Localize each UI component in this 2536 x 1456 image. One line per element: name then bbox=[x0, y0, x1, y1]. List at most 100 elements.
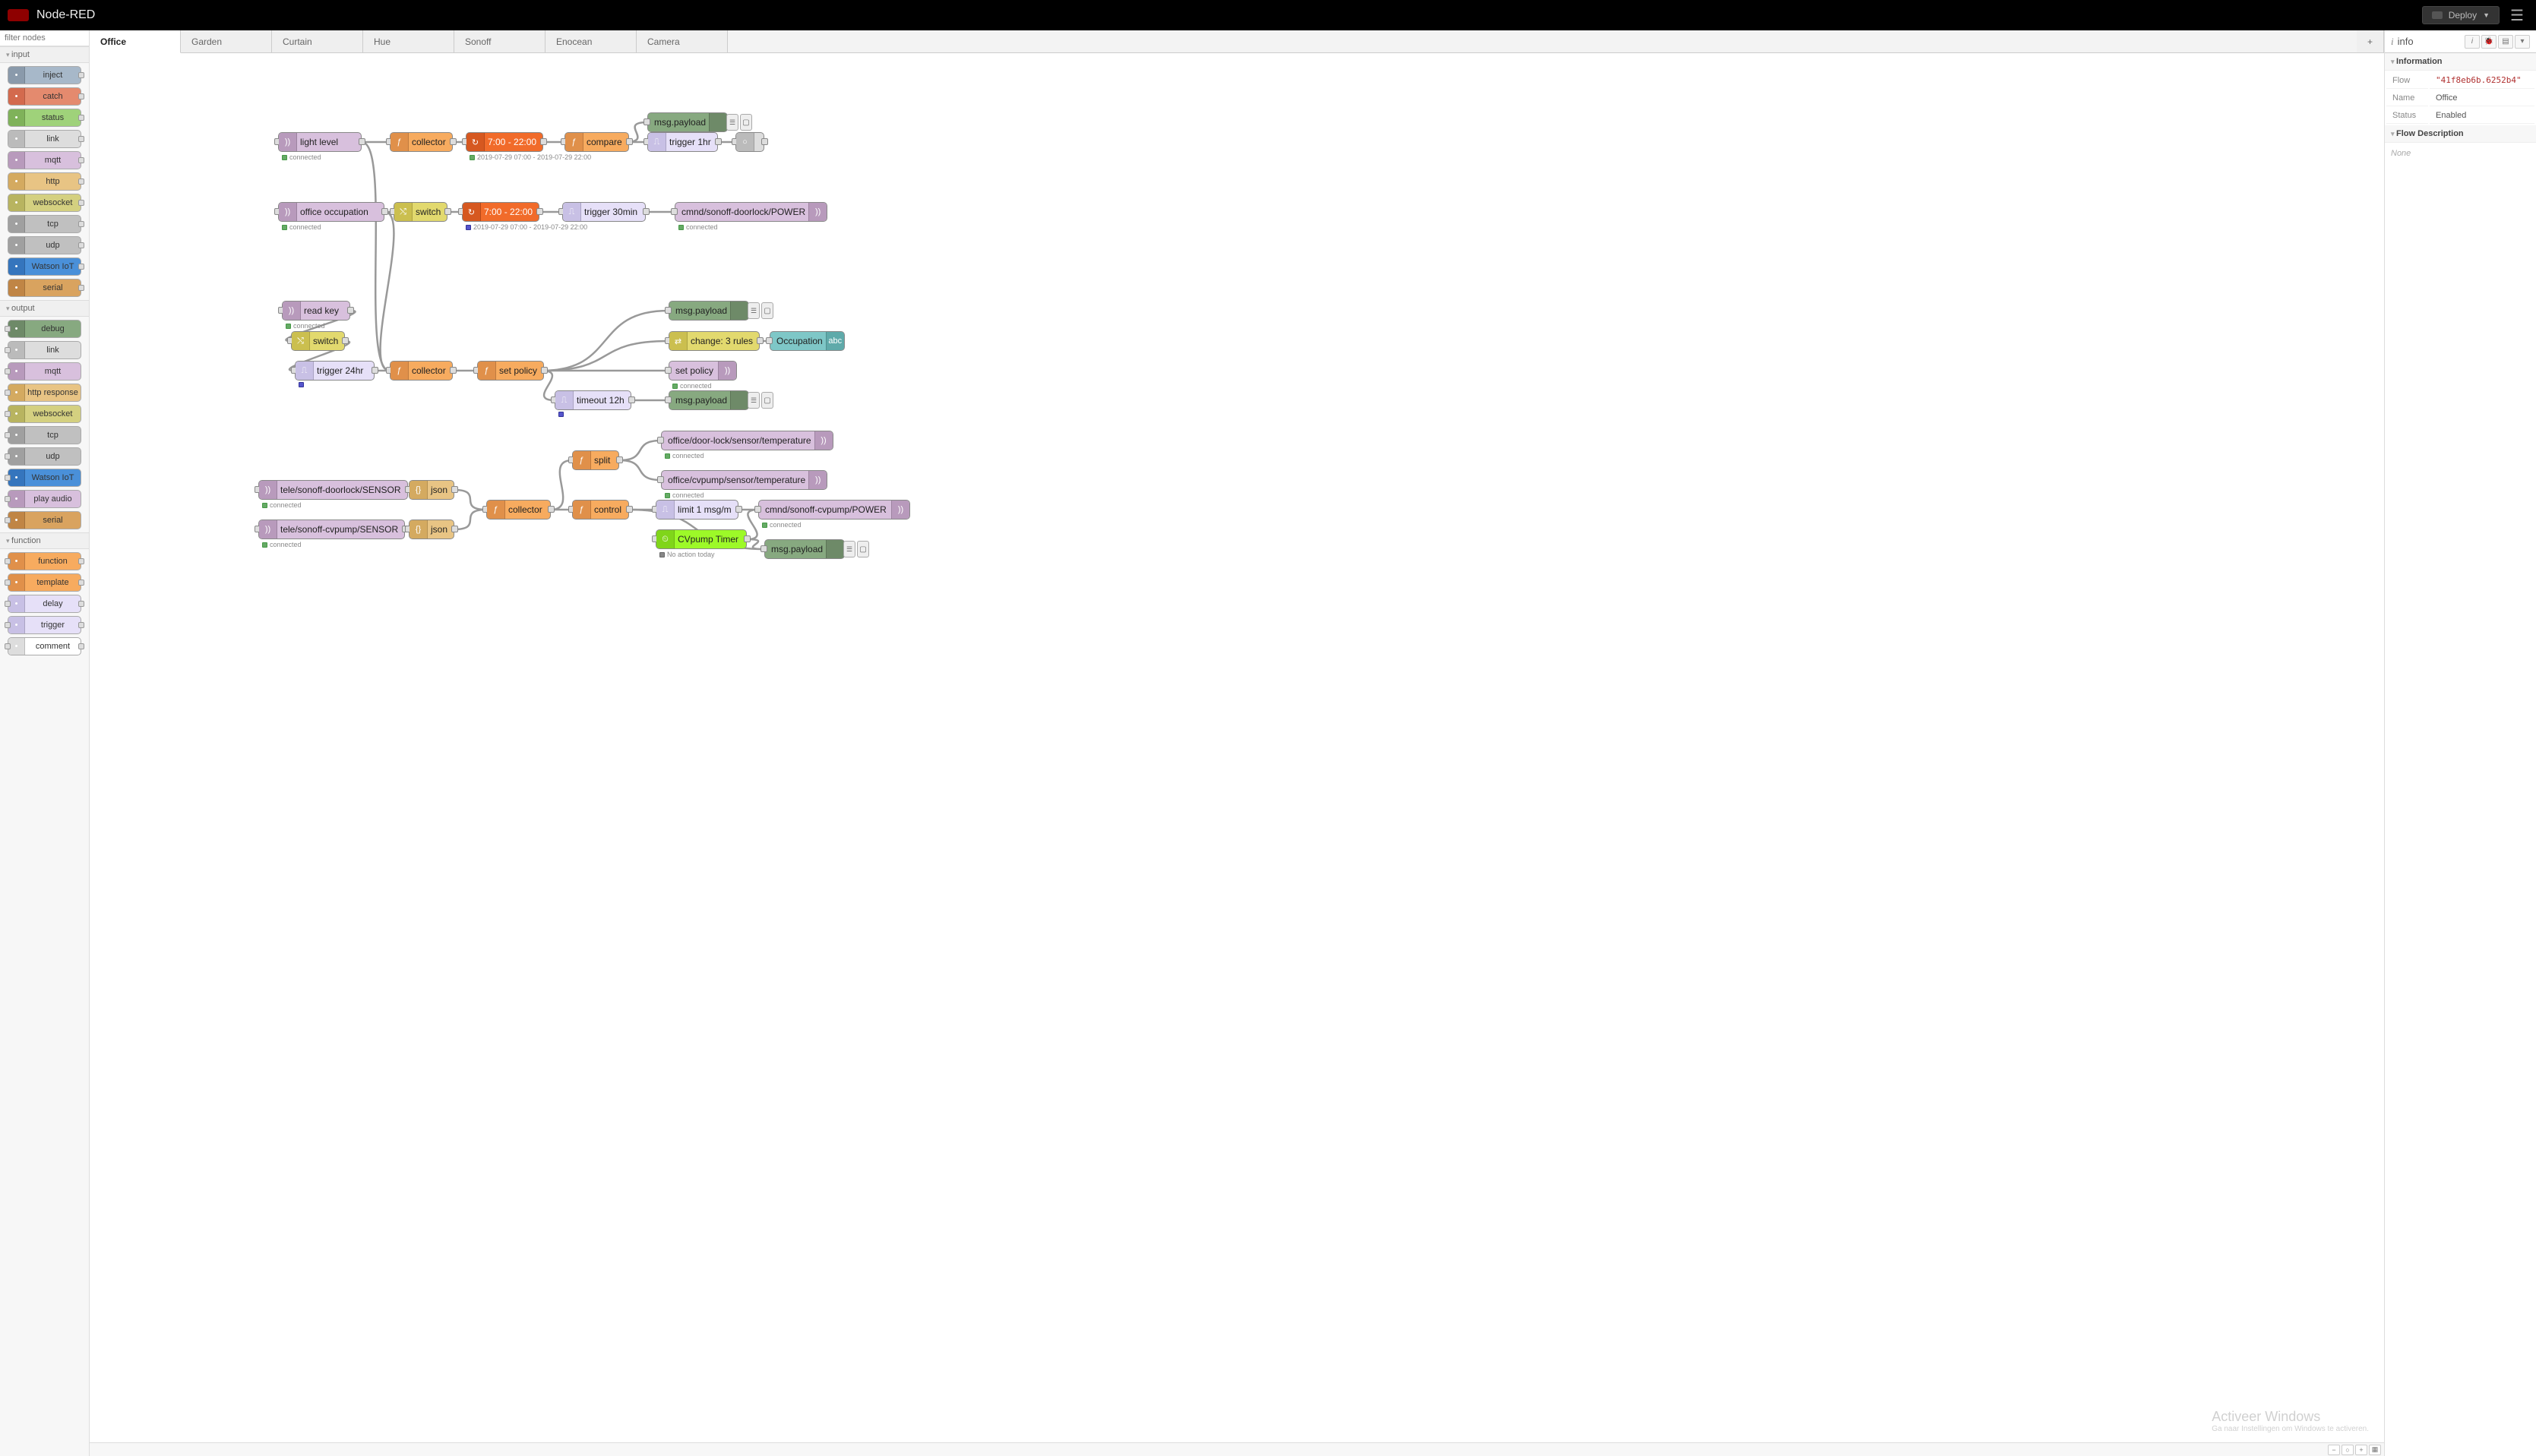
palette-node-serial[interactable]: •serial bbox=[8, 279, 81, 297]
flow-node-7:00 - 22:00[interactable]: ↻7:00 - 22:00 bbox=[462, 202, 539, 222]
palette-node-websocket[interactable]: •websocket bbox=[8, 194, 81, 212]
flow-node-tele/sonoff-cvpump/SENSOR[interactable]: ))tele/sonoff-cvpump/SENSOR bbox=[258, 520, 405, 539]
palette-node-udp[interactable]: •udp bbox=[8, 236, 81, 254]
palette-filter-input[interactable] bbox=[0, 30, 89, 46]
zoom-reset-button[interactable]: ○ bbox=[2342, 1445, 2354, 1455]
flow-node-switch[interactable]: ⤭switch bbox=[394, 202, 447, 222]
debug-toggle-button[interactable] bbox=[761, 302, 773, 319]
view-grid-button[interactable]: ▦ bbox=[2369, 1445, 2381, 1455]
flow-node-office/cvpump/sensor/temperature[interactable]: ))office/cvpump/sensor/temperature bbox=[661, 470, 827, 490]
palette-category-function[interactable]: function bbox=[0, 532, 89, 549]
debug-toggle-button[interactable] bbox=[857, 541, 869, 557]
palette-node-Watson-IoT[interactable]: •Watson IoT bbox=[8, 469, 81, 487]
palette-node-mqtt[interactable]: •mqtt bbox=[8, 151, 81, 169]
flow-node-control[interactable]: ƒcontrol bbox=[572, 500, 629, 520]
palette-node-debug[interactable]: •debug bbox=[8, 320, 81, 338]
flow-node-msg.payload[interactable]: msg.payload bbox=[647, 112, 728, 132]
palette-node-trigger[interactable]: •trigger bbox=[8, 616, 81, 634]
flow-node-tele/sonoff-doorlock/SENSOR[interactable]: ))tele/sonoff-doorlock/SENSOR bbox=[258, 480, 408, 500]
palette-node-mqtt[interactable]: •mqtt bbox=[8, 362, 81, 381]
palette-node-http[interactable]: •http bbox=[8, 172, 81, 191]
info-value-status: Enabled bbox=[2430, 108, 2534, 124]
sidebar-tab-debug[interactable]: 🐞 bbox=[2481, 35, 2496, 49]
node-status bbox=[558, 412, 564, 417]
flow-tab-enocean[interactable]: Enocean bbox=[545, 30, 637, 52]
deploy-button[interactable]: Deploy ▼ bbox=[2422, 6, 2500, 24]
flow-node-trigger 24hr[interactable]: ⎍trigger 24hr bbox=[295, 361, 375, 381]
palette-node-tcp[interactable]: •tcp bbox=[8, 215, 81, 233]
flow-node-collector[interactable]: ƒcollector bbox=[390, 132, 453, 152]
palette-node-Watson-IoT[interactable]: •Watson IoT bbox=[8, 257, 81, 276]
debug-options-button[interactable] bbox=[843, 541, 855, 557]
flow-node-limit 1 msg/m[interactable]: ⎍limit 1 msg/m bbox=[656, 500, 738, 520]
debug-toggle-button[interactable] bbox=[761, 392, 773, 409]
palette-node-udp[interactable]: •udp bbox=[8, 447, 81, 466]
info-value-name: Office bbox=[2430, 90, 2534, 106]
flow-tab-office[interactable]: Office bbox=[90, 30, 181, 53]
flow-node-cmnd/sonoff-cvpump/POWER[interactable]: ))cmnd/sonoff-cvpump/POWER bbox=[758, 500, 910, 520]
palette-node-tcp[interactable]: •tcp bbox=[8, 426, 81, 444]
flow-node-json[interactable]: {}json bbox=[409, 480, 454, 500]
debug-options-button[interactable] bbox=[748, 392, 760, 409]
sidebar-tab-dropdown[interactable]: ▾ bbox=[2515, 35, 2530, 49]
flow-node-CVpump Timer[interactable]: ⏲CVpump Timer bbox=[656, 529, 747, 549]
debug-toggle-button[interactable] bbox=[740, 114, 752, 131]
flow-node-msg.payload[interactable]: msg.payload bbox=[669, 301, 749, 321]
palette-node-link[interactable]: •link bbox=[8, 130, 81, 148]
sidebar-tab-dashboard[interactable]: ▤ bbox=[2498, 35, 2513, 49]
flow-node-change: 3 rules[interactable]: ⇄change: 3 rules bbox=[669, 331, 760, 351]
windows-activation-watermark: Activeer Windows Ga naar Instellingen om… bbox=[2212, 1409, 2369, 1433]
flow-node-trigger 1hr[interactable]: ⎍trigger 1hr bbox=[647, 132, 718, 152]
flow-node-compare[interactable]: ƒcompare bbox=[564, 132, 629, 152]
hamburger-menu-button[interactable]: ☰ bbox=[2506, 6, 2528, 25]
flow-node-json[interactable]: {}json bbox=[409, 520, 454, 539]
palette-category-input[interactable]: input bbox=[0, 46, 89, 63]
sidebar-tab-info[interactable]: i bbox=[2465, 35, 2480, 49]
canvas-viewport[interactable]: ))light levelconnectedƒcollector↻7:00 - … bbox=[90, 53, 2384, 1456]
palette-node-template[interactable]: •template bbox=[8, 573, 81, 592]
add-tab-button[interactable]: + bbox=[2357, 30, 2384, 52]
flow-tab-camera[interactable]: Camera bbox=[637, 30, 728, 52]
sidebar-section-information[interactable]: Information bbox=[2385, 53, 2536, 71]
flow-node-trigger 30min[interactable]: ⎍trigger 30min bbox=[562, 202, 646, 222]
palette-node-websocket[interactable]: •websocket bbox=[8, 405, 81, 423]
flow-node-set policy[interactable]: ))set policy bbox=[669, 361, 737, 381]
flow-node-light level[interactable]: ))light level bbox=[278, 132, 362, 152]
flow-tab-curtain[interactable]: Curtain bbox=[272, 30, 363, 52]
flow-tab-garden[interactable]: Garden bbox=[181, 30, 272, 52]
flow-node-split[interactable]: ƒsplit bbox=[572, 450, 619, 470]
zoom-out-button[interactable]: − bbox=[2328, 1445, 2340, 1455]
palette-node-http-response[interactable]: •http response bbox=[8, 384, 81, 402]
flow-node-collector[interactable]: ƒcollector bbox=[486, 500, 551, 520]
flow-node-switch[interactable]: ⤭switch bbox=[291, 331, 345, 351]
sidebar-section-flowdesc[interactable]: Flow Description bbox=[2385, 125, 2536, 143]
palette-node-comment[interactable]: •comment bbox=[8, 637, 81, 655]
palette-category-output[interactable]: output bbox=[0, 300, 89, 317]
flow-tab-sonoff[interactable]: Sonoff bbox=[454, 30, 545, 52]
palette-node-serial[interactable]: •serial bbox=[8, 511, 81, 529]
flow-node-msg.payload[interactable]: msg.payload bbox=[669, 390, 749, 410]
palette-node-play-audio[interactable]: •play audio bbox=[8, 490, 81, 508]
zoom-in-button[interactable]: + bbox=[2355, 1445, 2367, 1455]
flow-node-timeout 12h[interactable]: ⎍timeout 12h bbox=[555, 390, 631, 410]
palette-node-catch[interactable]: •catch bbox=[8, 87, 81, 106]
palette-node-inject[interactable]: •inject bbox=[8, 66, 81, 84]
flow-node-collector[interactable]: ƒcollector bbox=[390, 361, 453, 381]
flow-node-set policy[interactable]: ƒset policy bbox=[477, 361, 544, 381]
palette-node-link[interactable]: •link bbox=[8, 341, 81, 359]
palette-node-status[interactable]: •status bbox=[8, 109, 81, 127]
palette-node-function[interactable]: •function bbox=[8, 552, 81, 570]
flow-node-msg.payload[interactable]: msg.payload bbox=[764, 539, 845, 559]
flow-node-cmnd/sonoff-doorlock/POWER[interactable]: ))cmnd/sonoff-doorlock/POWER bbox=[675, 202, 827, 222]
palette-node-delay[interactable]: •delay bbox=[8, 595, 81, 613]
flow-description-content: None bbox=[2385, 143, 2536, 164]
flow-tab-hue[interactable]: Hue bbox=[363, 30, 454, 52]
flow-node-n7[interactable]: ○ bbox=[735, 132, 764, 152]
flow-node-read key[interactable]: ))read key bbox=[282, 301, 350, 321]
debug-options-button[interactable] bbox=[726, 114, 738, 131]
flow-node-office occupation[interactable]: ))office occupation bbox=[278, 202, 384, 222]
flow-node-Occupation[interactable]: abcOccupation bbox=[770, 331, 845, 351]
flow-node-office/door-lock/sensor/temperature[interactable]: ))office/door-lock/sensor/temperature bbox=[661, 431, 833, 450]
debug-options-button[interactable] bbox=[748, 302, 760, 319]
flow-node-7:00 - 22:00[interactable]: ↻7:00 - 22:00 bbox=[466, 132, 543, 152]
